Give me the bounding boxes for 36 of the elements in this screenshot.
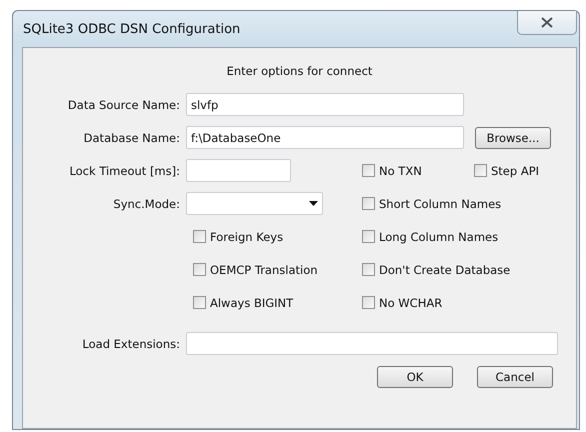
field-label: Load Extensions:: [81, 336, 181, 350]
close-button[interactable]: [517, 11, 577, 35]
checkbox[interactable]: [362, 197, 375, 210]
checkbox[interactable]: [362, 296, 375, 309]
checkbox[interactable]: [362, 164, 375, 177]
dropdown-arrow-icon: [309, 201, 318, 206]
browse-button[interactable]: Browse...: [475, 126, 551, 148]
field-label: Data Source Name:: [66, 98, 181, 112]
checkbox[interactable]: [474, 164, 487, 177]
database-name-field[interactable]: f:\DatabaseOne: [186, 126, 464, 149]
checkbox[interactable]: [193, 263, 206, 276]
checkbox-label[interactable]: OEMCP Translation: [210, 262, 318, 276]
field-label: Database Name:: [82, 130, 181, 144]
checkbox-label[interactable]: Long Column Names: [379, 230, 498, 244]
checkbox-label[interactable]: Always BIGINT: [210, 296, 294, 310]
window-title: SQLite3 ODBC DSN Configuration: [22, 22, 240, 36]
sync-mode-dropdown[interactable]: [186, 192, 323, 215]
checkbox[interactable]: [362, 263, 375, 276]
checkbox-label[interactable]: Foreign Keys: [210, 230, 284, 244]
checkbox[interactable]: [193, 296, 206, 309]
data-source-name-field[interactable]: slvfp: [186, 93, 464, 116]
checkbox-label[interactable]: Short Column Names: [379, 196, 502, 210]
checkbox-label[interactable]: No WCHAR: [379, 296, 442, 310]
field-label: Sync.Mode:: [112, 196, 181, 210]
lock-timeout-field[interactable]: [186, 159, 291, 182]
checkbox[interactable]: [362, 230, 375, 243]
checkbox[interactable]: [193, 230, 206, 243]
field-label: Lock Timeout [ms]:: [68, 164, 181, 178]
ok-button[interactable]: OK: [377, 366, 453, 388]
checkbox-label[interactable]: No TXN: [379, 164, 422, 178]
checkbox-label[interactable]: Step API: [491, 164, 540, 178]
load-extensions-field[interactable]: [186, 332, 558, 355]
heading: Enter options for connect: [226, 64, 374, 78]
close-icon: [541, 17, 553, 28]
checkbox-label[interactable]: Don't Create Database: [379, 262, 510, 276]
cancel-button[interactable]: Cancel: [477, 366, 553, 388]
